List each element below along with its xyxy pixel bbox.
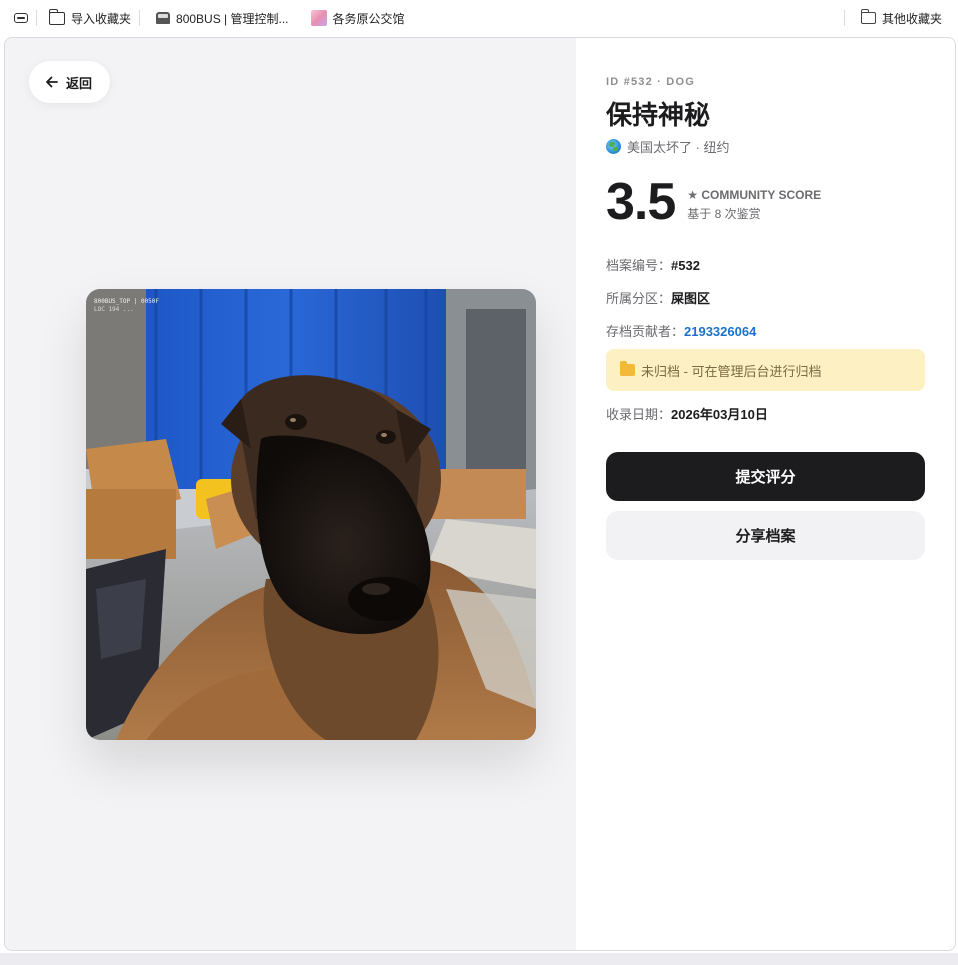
bookmark-other[interactable]: 其他收藏夹 <box>853 9 958 27</box>
bookmarks-bar: 导入收藏夹 800BUS | 管理控制... 各务原公交馆 其他收藏夹 <box>0 0 958 36</box>
bookmark-import[interactable]: 导入收藏夹 <box>37 8 139 27</box>
folder-import-icon <box>48 8 65 25</box>
submit-rating-button[interactable]: 提交评分 <box>606 452 925 501</box>
globe-icon <box>606 139 621 154</box>
score-label: ★ COMMUNITY SCORE <box>687 188 821 202</box>
page-title: 保持神秘 <box>606 100 711 130</box>
archive-notice: 未归档 - 可在管理后台进行归档 <box>606 349 925 391</box>
archive-card: 返回 800BUS_TOP | 0050F LOC 194 ... ID #53… <box>4 37 956 951</box>
location-text: 美国太坏了 · 纽约 <box>627 140 730 155</box>
score-count: 基于 8 次鉴赏 <box>687 207 761 221</box>
share-archive-button[interactable]: 分享档案 <box>606 511 925 560</box>
tab-search-icon <box>14 13 28 23</box>
photo-overlay-text: 800BUS_TOP | 0050F <box>94 298 159 305</box>
score-labels: ★ COMMUNITY SCORE 基于 8 次鉴赏 <box>687 182 821 222</box>
location-line: 美国太坏了 · 纽约 <box>606 137 730 156</box>
field-label: 所属分区： <box>606 291 672 306</box>
folder-icon <box>620 361 635 376</box>
field-zone: 所属分区：屎图区 <box>606 288 710 307</box>
field-label: 档案编号： <box>606 258 672 273</box>
bookmark-label: 800BUS | 管理控制... <box>176 11 289 26</box>
image-pane: 返回 800BUS_TOP | 0050F LOC 194 ... <box>5 38 576 950</box>
detail-pane: ID #532 · DOG 保持神秘 美国太坏了 · 纽约 3.5 ★ COMM… <box>576 38 955 950</box>
bookmark-800bus[interactable]: 800BUS | 管理控制... <box>140 10 296 27</box>
contributor-link[interactable]: 2193326064 <box>684 324 756 339</box>
back-button-label: 返回 <box>66 75 93 91</box>
dog-photo-illustration: 800BUS_TOP | 0050F LOC 194 ... <box>86 289 536 740</box>
field-label: 存档贡献者： <box>606 324 685 339</box>
bookmark-gifu-bus[interactable]: 各务原公交馆 <box>297 10 413 27</box>
field-value: 屎图区 <box>671 291 711 306</box>
bookmark-label: 导入收藏夹 <box>71 11 132 26</box>
bookmark-label: 其他收藏夹 <box>881 11 942 26</box>
folder-icon <box>860 9 876 24</box>
field-date: 收录日期：2026年03月10日 <box>606 404 768 423</box>
bus-icon <box>156 12 171 24</box>
divider <box>843 10 845 26</box>
notice-text: 未归档 - 可在管理后台进行归档 <box>641 363 822 379</box>
arrow-left-icon <box>46 76 58 88</box>
bookmark-label: 各务原公交馆 <box>332 11 405 26</box>
score-label-text: ★ COMMUNITY SCORE <box>687 188 822 202</box>
field-value: 2026年03月10日 <box>671 407 768 422</box>
window-bottom-strip <box>0 953 958 965</box>
tab-search-button[interactable] <box>0 13 36 23</box>
photo-overlay-text: LOC 194 ... <box>94 306 134 313</box>
field-label: 收录日期： <box>606 407 672 422</box>
anime-avatar-icon <box>310 10 327 26</box>
record-meta: ID #532 · DOG <box>606 76 695 88</box>
back-button[interactable]: 返回 <box>29 61 111 103</box>
field-contributor: 存档贡献者：2193326064 <box>606 321 756 340</box>
field-archive-no: 档案编号：#532 <box>606 255 700 274</box>
field-value: #532 <box>671 258 700 273</box>
community-score: 3.5 ★ COMMUNITY SCORE 基于 8 次鉴赏 <box>606 174 821 230</box>
dog-photo: 800BUS_TOP | 0050F LOC 194 ... <box>86 289 536 740</box>
score-value: 3.5 <box>606 173 676 231</box>
